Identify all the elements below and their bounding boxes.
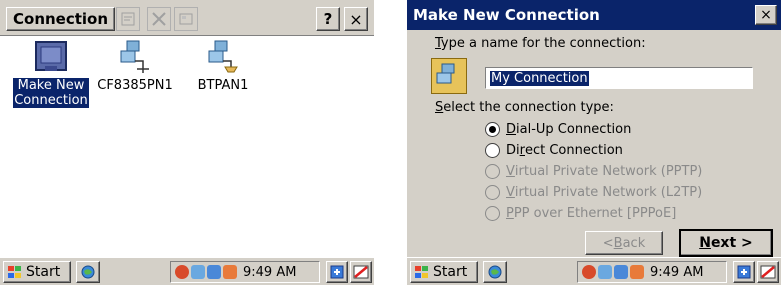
clock[interactable]: 9:49 AM xyxy=(650,265,703,280)
taskbar: Start 9:49 AM xyxy=(407,257,781,285)
next-button[interactable]: Next > xyxy=(679,229,773,257)
connection-tray-icon[interactable] xyxy=(207,265,221,279)
radio-button xyxy=(485,206,500,221)
keyboard-icon[interactable] xyxy=(350,261,372,283)
help-icon: ? xyxy=(323,10,333,28)
icon-label: Make New Connection xyxy=(13,78,89,108)
icon-label: CF8385PN1 xyxy=(97,78,173,93)
delete-icon[interactable] xyxy=(147,7,171,31)
connection-menu-button[interactable]: Connection xyxy=(6,7,116,31)
make-new-connection-icon xyxy=(33,39,69,75)
close-button[interactable]: × xyxy=(344,7,368,31)
connection-tray-icon[interactable] xyxy=(630,265,644,279)
taskbar: Start 9:49 AM xyxy=(0,257,374,285)
radio-button xyxy=(485,164,500,179)
connection-window: Connection ? × Make New Connection CF838… xyxy=(0,0,374,285)
network-tray-icon[interactable] xyxy=(175,265,189,279)
connection-tray-icon[interactable] xyxy=(191,265,205,279)
radio-button[interactable] xyxy=(485,122,500,137)
radio-pppoe: P PP over Ethernet [PPPoE] xyxy=(485,206,676,221)
start-button[interactable]: Start xyxy=(3,261,71,283)
connection-tray-icon[interactable] xyxy=(598,265,612,279)
radio-direct[interactable]: Di r ect Connection xyxy=(485,143,623,158)
keyboard-icon[interactable] xyxy=(757,261,779,283)
start-label: Start xyxy=(433,264,468,280)
view-icon[interactable] xyxy=(174,7,198,31)
name-prompt: Type a name for the connection: xyxy=(435,36,646,51)
input-panel-icon[interactable] xyxy=(733,261,755,283)
toolbar: Connection ? × xyxy=(0,0,374,36)
list-item-cf8385pn1[interactable]: CF8385PN1 xyxy=(96,39,174,93)
connection-tray-icon[interactable] xyxy=(223,265,237,279)
dialog-title: Make New Connection xyxy=(407,0,781,30)
start-label: Start xyxy=(26,264,61,280)
dialog-body: Type a name for the connection: My Conne… xyxy=(407,30,781,257)
close-icon: × xyxy=(760,7,772,23)
network-connection-icon xyxy=(205,39,241,75)
radio-button[interactable] xyxy=(485,143,500,158)
network-connection-icon xyxy=(117,39,153,75)
connection-tray-icon[interactable] xyxy=(614,265,628,279)
start-flag-icon xyxy=(8,265,22,279)
make-new-connection-icon xyxy=(431,58,467,94)
start-flag-icon xyxy=(415,265,429,279)
connection-name-input[interactable]: My Connection xyxy=(485,67,753,89)
list-item-make-new-connection[interactable]: Make New Connection xyxy=(10,39,92,108)
help-button[interactable]: ? xyxy=(316,7,340,31)
make-new-connection-dialog: Make New Connection × Type a name for th… xyxy=(407,0,781,285)
input-panel-icon[interactable] xyxy=(326,261,348,283)
connections-list: Make New Connection CF8385PN1 BTPAN1 xyxy=(0,37,374,257)
desktop-icon[interactable] xyxy=(76,261,100,283)
dialog-close-button[interactable]: × xyxy=(755,5,777,25)
radio-dial-up[interactable]: Dial-Up Connection xyxy=(485,122,631,137)
system-tray: 9:49 AM xyxy=(170,261,320,283)
close-icon: × xyxy=(349,9,363,29)
back-button: < Back xyxy=(585,231,663,255)
connection-type-prompt: Select the connection type: xyxy=(435,100,614,115)
clock[interactable]: 9:49 AM xyxy=(243,265,296,280)
network-tray-icon[interactable] xyxy=(582,265,596,279)
radio-button xyxy=(485,185,500,200)
properties-icon[interactable] xyxy=(116,7,140,31)
system-tray: 9:49 AM xyxy=(577,261,727,283)
start-button[interactable]: Start xyxy=(410,261,478,283)
radio-vpn-pptp: Virtual Private Network (PPTP) xyxy=(485,164,702,179)
desktop-icon[interactable] xyxy=(483,261,507,283)
list-item-btpan1[interactable]: BTPAN1 xyxy=(188,39,258,93)
radio-vpn-l2tp: Virtual Private Network (L2TP) xyxy=(485,185,702,200)
icon-label: BTPAN1 xyxy=(197,78,249,93)
